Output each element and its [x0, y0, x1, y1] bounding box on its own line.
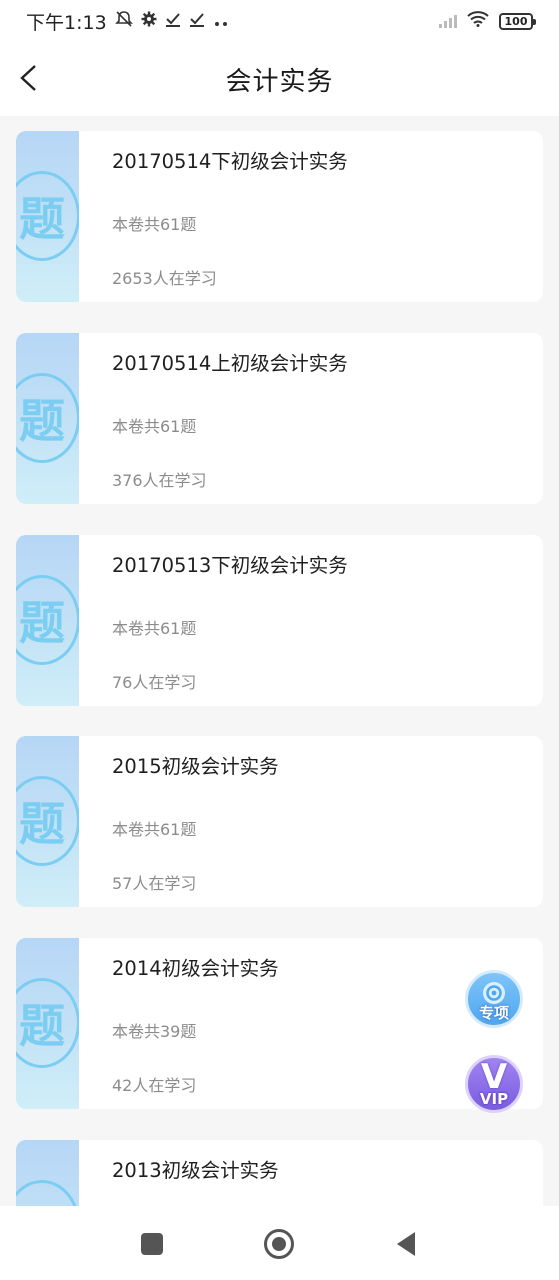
status-left: 下午1:13: [26, 8, 229, 35]
triangle-back-icon: [397, 1232, 415, 1256]
paper-card[interactable]: 题 20170514下初级会计实务 本卷共61题 2653人在学习: [16, 131, 543, 302]
check-icon: [189, 11, 205, 31]
more-dots-icon: [213, 12, 229, 31]
question-stamp-icon: 题: [16, 978, 79, 1068]
paper-question-count: 本卷共39题: [112, 1022, 197, 1041]
vip-label: VIP: [479, 1090, 509, 1108]
paper-card-body: 20170514下初级会计实务 本卷共61题 2653人在学习: [79, 131, 543, 302]
battery-level: 100: [504, 14, 528, 28]
paper-thumbnail: 题: [16, 131, 79, 302]
paper-thumbnail: 题: [16, 938, 79, 1109]
home-button[interactable]: [263, 1228, 295, 1260]
special-practice-label: 专项: [478, 1004, 509, 1022]
paper-title: 20170514下初级会计实务: [112, 150, 348, 173]
paper-card-body: 2013初级会计实务: [79, 1140, 543, 1206]
paper-learner-count: 376人在学习: [112, 471, 207, 490]
paper-title: 2015初级会计实务: [112, 755, 279, 778]
app-header: 会计实务: [0, 42, 559, 116]
paper-learner-count: 57人在学习: [112, 874, 197, 893]
status-right: 100: [439, 10, 536, 32]
back-button[interactable]: [8, 58, 48, 98]
system-nav-bar: [0, 1206, 559, 1280]
paper-title: 20170514上初级会计实务: [112, 352, 348, 375]
question-stamp-icon: 题: [16, 171, 79, 261]
battery-icon: 100: [499, 12, 536, 30]
paper-learner-count: 2653人在学习: [112, 269, 217, 288]
paper-card[interactable]: 题 2014初级会计实务 本卷共39题 42人在学习: [16, 938, 543, 1109]
back-nav-button[interactable]: [390, 1228, 422, 1260]
paper-list[interactable]: 题 20170514下初级会计实务 本卷共61题 2653人在学习 题 2017…: [0, 116, 559, 1206]
chevron-left-icon: [20, 65, 36, 91]
paper-question-count: 本卷共61题: [112, 215, 197, 234]
paper-card-body: 20170514上初级会计实务 本卷共61题 376人在学习: [79, 333, 543, 504]
check-icon: [165, 11, 181, 31]
page-title: 会计实务: [225, 66, 334, 97]
paper-card[interactable]: 题 2013初级会计实务: [16, 1140, 543, 1206]
question-stamp-icon: 题: [16, 1180, 79, 1206]
special-practice-button[interactable]: 专项: [465, 970, 523, 1028]
vip-button[interactable]: V VIP: [465, 1055, 523, 1113]
wifi-icon: [467, 10, 489, 32]
paper-learner-count: 76人在学习: [112, 673, 197, 692]
status-bar: 下午1:13 100: [0, 0, 559, 42]
paper-question-count: 本卷共61题: [112, 417, 197, 436]
paper-question-count: 本卷共61题: [112, 619, 197, 638]
square-icon: [141, 1233, 163, 1255]
status-time: 下午1:13: [26, 11, 107, 34]
paper-title: 2014初级会计实务: [112, 957, 279, 980]
paper-title: 20170513下初级会计实务: [112, 554, 348, 577]
paper-question-count: 本卷共61题: [112, 820, 197, 839]
question-stamp-icon: 题: [16, 575, 79, 665]
paper-card-body: 2015初级会计实务 本卷共61题 57人在学习: [79, 736, 543, 907]
status-icons: [114, 10, 229, 32]
paper-thumbnail: 题: [16, 736, 79, 907]
signal-icon: [439, 14, 457, 28]
paper-thumbnail: 题: [16, 333, 79, 504]
question-stamp-icon: 题: [16, 373, 79, 463]
paper-card[interactable]: 题 20170514上初级会计实务 本卷共61题 376人在学习: [16, 333, 543, 504]
recent-apps-button[interactable]: [136, 1228, 168, 1260]
paper-card[interactable]: 题 2015初级会计实务 本卷共61题 57人在学习: [16, 736, 543, 907]
paper-thumbnail: 题: [16, 1140, 79, 1206]
paper-learner-count: 42人在学习: [112, 1076, 197, 1095]
gear-icon: [141, 11, 157, 31]
question-stamp-icon: 题: [16, 776, 79, 866]
mute-icon: [114, 10, 133, 32]
paper-title: 2013初级会计实务: [112, 1159, 279, 1182]
paper-thumbnail: 题: [16, 535, 79, 706]
paper-card-body: 20170513下初级会计实务 本卷共61题 76人在学习: [79, 535, 543, 706]
home-circle-icon: [264, 1229, 294, 1259]
paper-card[interactable]: 题 20170513下初级会计实务 本卷共61题 76人在学习: [16, 535, 543, 706]
